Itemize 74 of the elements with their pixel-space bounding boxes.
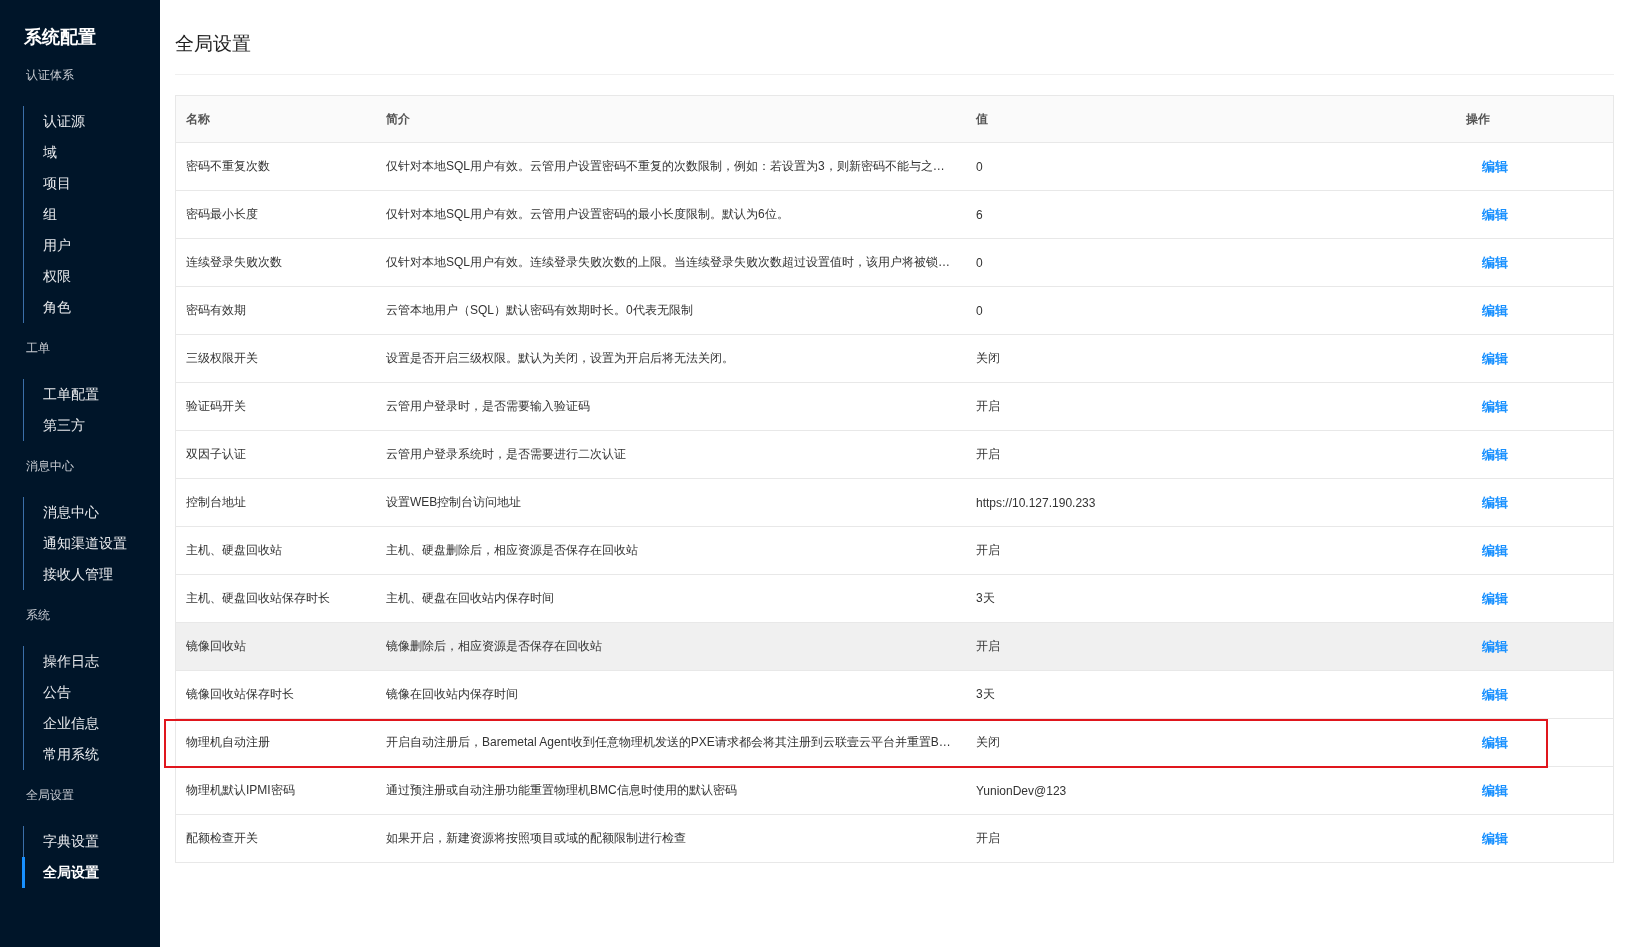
table-cell-text: https://10.127.190.233 [975, 495, 1097, 510]
table-cell-text: 开启 [975, 446, 1001, 463]
table-cell-text: 配额检查开关 [185, 830, 259, 847]
table-cell-text: 镜像回收站保存时长 [185, 686, 295, 703]
sidebar-group-label: 消息中心 [25, 458, 75, 475]
table-cell-text: 通过预注册或自动注册功能重置物理机BMC信息时使用的默认密码 [385, 782, 738, 799]
table-cell-text: 开启自动注册后，Baremetal Agent收到任意物理机发送的PXE请求都会将其注册到云联壹云平台并重置B… [385, 734, 952, 751]
table-cell-text: 6 [975, 207, 984, 222]
sidebar-item[interactable]: 全局设置 [22, 857, 160, 888]
column-header: 值 [974, 110, 989, 128]
table-cell-text: 主机、硬盘回收站保存时长 [185, 590, 331, 607]
table-cell-text: 云管用户登录时，是否需要输入验证码 [385, 398, 591, 415]
table-cell-text: 双因子认证 [185, 446, 247, 463]
sidebar-item[interactable]: 角色 [22, 292, 160, 323]
table-cell-text: 开启 [975, 638, 1001, 655]
table-cell-text: 密码最小长度 [185, 206, 259, 223]
table-cell-text: 如果开启，新建资源将按照项目或域的配额限制进行检查 [385, 830, 687, 847]
table-cell-text: 物理机自动注册 [185, 734, 271, 751]
table-cell-text: 设置WEB控制台访问地址 [385, 494, 523, 511]
table-cell-text: 镜像回收站 [185, 638, 247, 655]
table-cell-text: 物理机默认IPMI密码 [185, 782, 296, 799]
table-cell-text: 关闭 [975, 350, 1001, 367]
sidebar-item[interactable]: 操作日志 [22, 646, 160, 677]
table-cell-text: 云管本地用户（SQL）默认密码有效期时长。0代表无限制 [385, 302, 694, 319]
table-cell-text: 关闭 [975, 734, 1001, 751]
table-cell-text: 开启 [975, 830, 1001, 847]
sidebar-item[interactable]: 常用系统 [22, 739, 160, 770]
table-cell-text: 密码不重复次数 [185, 158, 271, 175]
table-cell-text: 主机、硬盘在回收站内保存时间 [385, 590, 555, 607]
sidebar-group-label: 全局设置 [25, 787, 75, 804]
table-cell-text: 密码有效期 [185, 302, 247, 319]
table-cell-text: 仅针对本地SQL用户有效。云管用户设置密码不重复的次数限制，例如：若设置为3，则新密码不能与之… [385, 158, 946, 175]
table-cell-text: 验证码开关 [185, 398, 247, 415]
table-cell-text: 云管用户登录系统时，是否需要进行二次认证 [385, 446, 627, 463]
column-header: 简介 [385, 110, 411, 128]
table-cell-text: 仅针对本地SQL用户有效。连续登录失败次数的上限。当连续登录失败次数超过设置值时，该用户将被锁… [385, 254, 951, 271]
sidebar-item[interactable]: 组 [22, 199, 160, 230]
sidebar-item[interactable]: 接收人管理 [22, 559, 160, 590]
sidebar-item[interactable]: 域 [22, 137, 160, 168]
table-cell-text: 0 [975, 255, 984, 270]
sidebar-title: 系统配置 [23, 26, 97, 49]
table-cell-text: 仅针对本地SQL用户有效。云管用户设置密码的最小长度限制。默认为6位。 [385, 206, 790, 223]
table-cell-text: 三级权限开关 [185, 350, 259, 367]
table-cell-text: 0 [975, 159, 984, 174]
table-cell-text: 镜像删除后，相应资源是否保存在回收站 [385, 638, 603, 655]
sidebar-group-label: 系统 [25, 607, 51, 624]
sidebar-item[interactable]: 项目 [22, 168, 160, 199]
table-cell-text: YunionDev@123 [975, 783, 1068, 798]
sidebar-item[interactable]: 认证源 [22, 106, 160, 137]
table-cell-text: 镜像在回收站内保存时间 [385, 686, 519, 703]
sidebar-item[interactable]: 工单配置 [22, 379, 160, 410]
table-cell-text: 设置是否开启三级权限。默认为关闭，设置为开启后将无法关闭。 [385, 350, 735, 367]
sidebar-group-label: 工单 [25, 340, 51, 357]
table-cell-text: 主机、硬盘删除后，相应资源是否保存在回收站 [385, 542, 639, 559]
column-header: 操作 [1465, 110, 1491, 128]
page-title: 全局设置 [175, 0, 1614, 75]
table-cell-text: 开启 [975, 398, 1001, 415]
table-cell-text: 主机、硬盘回收站 [185, 542, 283, 559]
sidebar-item[interactable]: 第三方 [22, 410, 160, 441]
sidebar-item[interactable]: 公告 [22, 677, 160, 708]
sidebar-item[interactable]: 权限 [22, 261, 160, 292]
table-cell-text: 3天 [975, 686, 996, 703]
sidebar-item[interactable]: 企业信息 [22, 708, 160, 739]
sidebar-item[interactable]: 通知渠道设置 [22, 528, 160, 559]
table-cell-text: 控制台地址 [185, 494, 247, 511]
column-header: 名称 [185, 110, 211, 128]
table-cell-text: 0 [975, 303, 984, 318]
sidebar-item[interactable]: 字典设置 [22, 826, 160, 857]
sidebar-group-label: 认证体系 [25, 67, 75, 84]
table-cell-text: 连续登录失败次数 [185, 254, 283, 271]
table-cell-text: 开启 [975, 542, 1001, 559]
sidebar-item[interactable]: 消息中心 [22, 497, 160, 528]
sidebar-item[interactable]: 用户 [22, 230, 160, 261]
table-cell-text: 3天 [975, 590, 996, 607]
